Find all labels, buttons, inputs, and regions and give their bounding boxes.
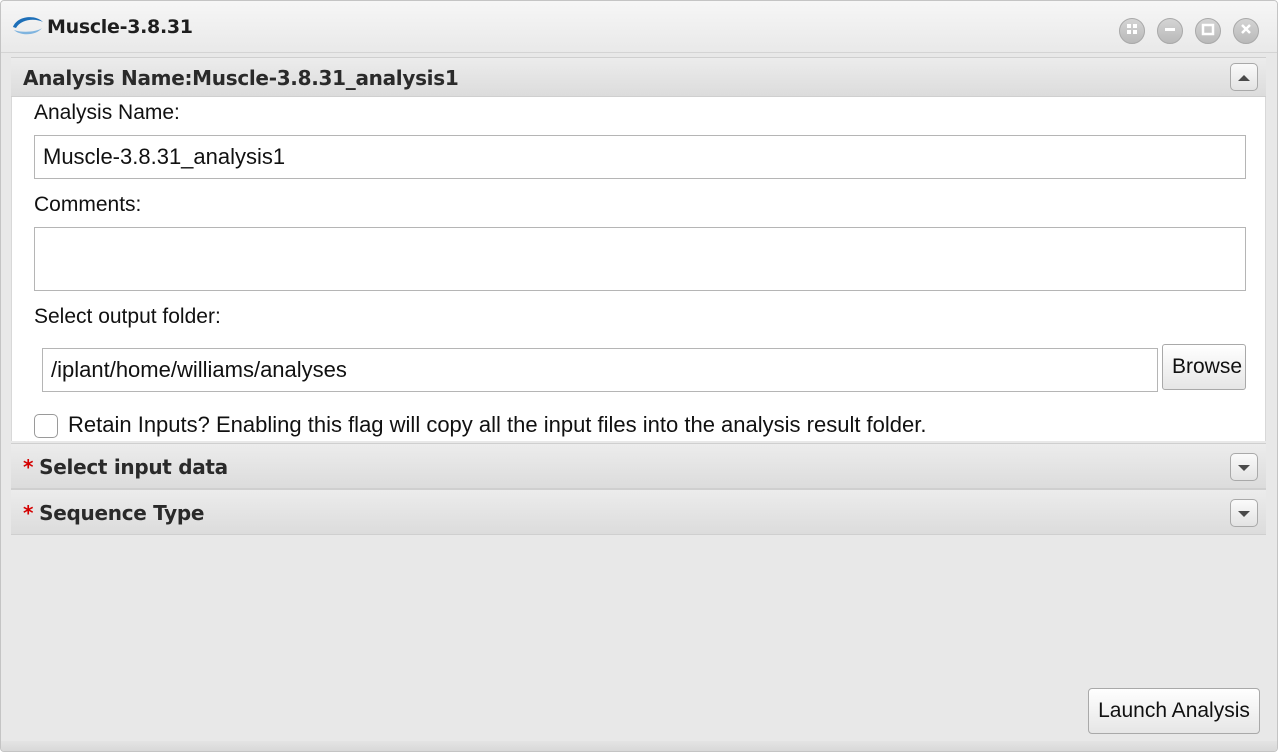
maximize-icon (1200, 21, 1216, 41)
window-titlebar[interactable]: Muscle-3.8.31 (1, 1, 1277, 53)
analysis-name-input[interactable] (34, 135, 1246, 179)
comments-label: Comments: (34, 193, 142, 216)
grid-button[interactable] (1119, 18, 1145, 44)
analysis-panel-body: Analysis Name: Comments: Select output f… (11, 97, 1266, 441)
close-button[interactable] (1233, 18, 1259, 44)
window-bottom-edge (1, 741, 1277, 751)
window-title: Muscle-3.8.31 (47, 16, 193, 38)
collapse-analysis-button[interactable] (1230, 63, 1258, 91)
analysis-panel-header[interactable]: Analysis Name:Muscle-3.8.31_analysis1 (11, 57, 1266, 97)
sequence-type-panel-header[interactable]: * Sequence Type (11, 489, 1266, 535)
chevron-up-icon (1237, 68, 1251, 87)
close-icon (1238, 21, 1254, 41)
required-marker: * (23, 455, 34, 479)
expand-input-data-button[interactable] (1230, 453, 1258, 481)
analysis-panel-title: Analysis Name:Muscle-3.8.31_analysis1 (23, 66, 459, 90)
minimize-button[interactable] (1157, 18, 1183, 44)
expand-sequence-type-button[interactable] (1230, 499, 1258, 527)
maximize-button[interactable] (1195, 18, 1221, 44)
minimize-icon (1162, 21, 1178, 41)
chevron-down-icon (1237, 504, 1251, 523)
input-data-panel-header[interactable]: * Select input data (11, 443, 1266, 489)
analysis-name-label: Analysis Name: (34, 101, 180, 124)
app-window: Muscle-3.8.31 Analysis Name:Muscle-3.8.3… (0, 0, 1278, 752)
chevron-down-icon (1237, 458, 1251, 477)
retain-inputs-checkbox[interactable] (34, 414, 58, 438)
browse-button[interactable]: Browse (1162, 344, 1246, 390)
retain-inputs-label: Retain Inputs? Enabling this flag will c… (68, 412, 927, 437)
comments-textarea[interactable] (34, 227, 1246, 291)
de-swoosh-logo-icon (11, 13, 45, 39)
input-data-panel-title: * Select input data (23, 455, 228, 479)
launch-analysis-button[interactable]: Launch Analysis (1088, 688, 1260, 734)
sequence-type-panel-title: * Sequence Type (23, 501, 205, 525)
output-folder-input[interactable] (42, 348, 1158, 392)
required-marker: * (23, 501, 34, 525)
output-folder-label: Select output folder: (34, 305, 221, 328)
grid-icon (1124, 21, 1140, 41)
